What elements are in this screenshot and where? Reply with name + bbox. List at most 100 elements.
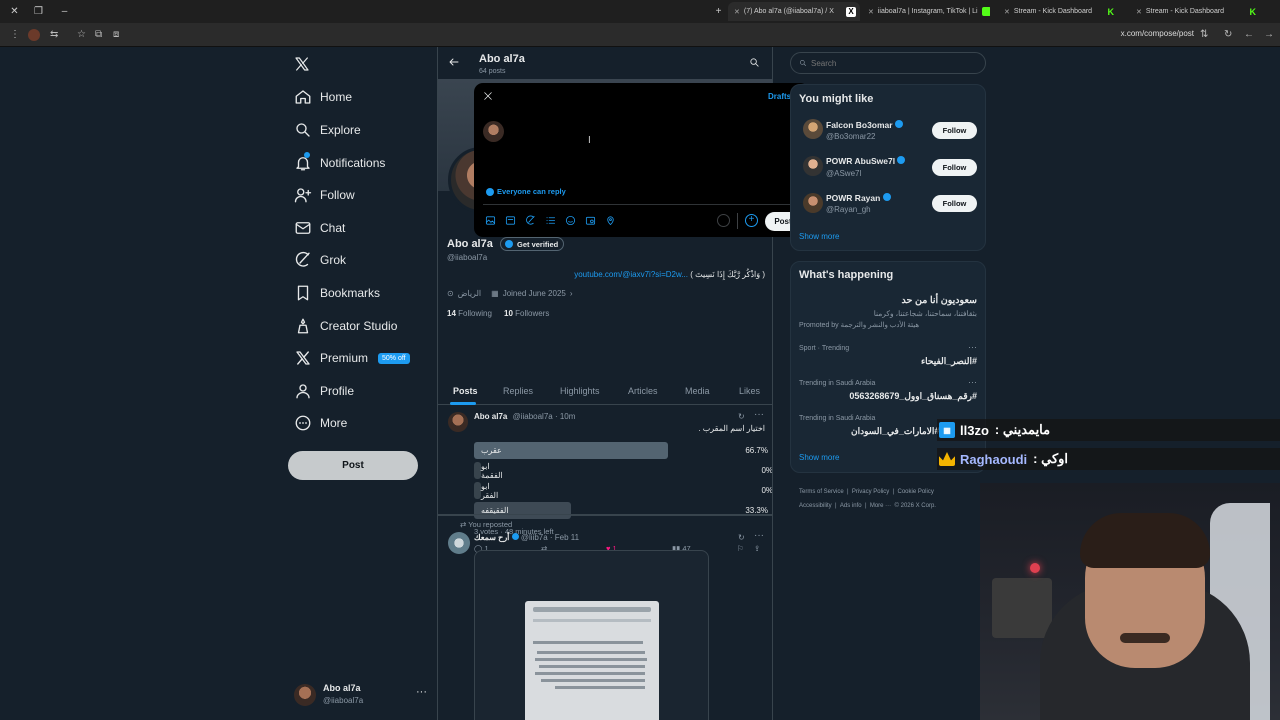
tab-replies[interactable]: Replies	[503, 386, 533, 396]
home-icon	[294, 88, 312, 106]
browser-tab-kick-1[interactable]: ✕ Stream - Kick Dashboard K	[998, 2, 1118, 21]
post-author[interactable]: أرح سمعك	[474, 533, 509, 542]
post-image[interactable]	[474, 550, 709, 720]
bookmark-star-icon[interactable]: ☆	[77, 29, 86, 40]
show-more-link[interactable]: Show more	[799, 453, 839, 462]
close-icon[interactable]	[483, 91, 493, 101]
post-author[interactable]: Abo al7a	[474, 412, 507, 421]
search-icon[interactable]	[749, 57, 760, 68]
trend-item[interactable]: سعوديون أنا من حد بثقافتنا، سماحتنا، شجا…	[799, 295, 977, 333]
verified-badge-icon	[511, 533, 519, 540]
site-settings-icon[interactable]: ⇅	[1200, 29, 1208, 40]
nav-profile[interactable]: Profile	[294, 379, 354, 403]
x-logo-icon[interactable]	[294, 56, 310, 72]
location-icon[interactable]	[605, 215, 616, 226]
nav-more[interactable]: More	[294, 411, 347, 435]
nav-post-button[interactable]: Post	[288, 451, 418, 480]
more-dots-icon[interactable]: ···	[416, 686, 427, 698]
bio-link[interactable]: youtube.com/@iaxv7i?si=D2w...	[574, 270, 688, 279]
back-arrow-icon[interactable]	[448, 56, 460, 68]
footer-link[interactable]: Privacy Policy	[852, 489, 889, 495]
show-more-link[interactable]: Show more	[799, 232, 839, 241]
avatar[interactable]	[448, 412, 468, 432]
grok-icon[interactable]: ↻	[738, 533, 745, 542]
nav-chat[interactable]: Chat	[294, 216, 345, 240]
more-dots-icon[interactable]: ···	[754, 409, 764, 420]
image-icon[interactable]	[485, 215, 496, 226]
footer-link[interactable]: Accessibility	[799, 503, 832, 509]
browser-tab-x[interactable]: ✕ (7) Abo al7a (@iiaboal7a) / X X	[728, 2, 860, 21]
follow-button[interactable]: Follow	[932, 159, 977, 176]
nav-premium[interactable]: Premium 50% off	[294, 346, 410, 370]
tab-close-icon[interactable]: ✕	[868, 8, 874, 16]
back-icon[interactable]: ←	[1244, 29, 1254, 40]
avatar[interactable]	[803, 193, 823, 213]
nav-bookmarks[interactable]: Bookmarks	[294, 281, 380, 305]
share-icon[interactable]: ⧉	[95, 29, 102, 40]
add-post-icon[interactable]: +	[745, 214, 758, 227]
trend-item[interactable]: Sport · Trending ··· #النصر_الفيحاء	[799, 342, 977, 369]
more-dots-icon[interactable]: ···	[754, 530, 764, 541]
tab-close-icon[interactable]: ✕	[734, 8, 740, 16]
tab-media[interactable]: Media	[685, 386, 710, 396]
compose-textarea[interactable]: با	[514, 117, 801, 177]
suggested-user-name[interactable]: Falcon Bo3omar	[826, 120, 903, 130]
tab-articles[interactable]: Articles	[628, 386, 658, 396]
poll-icon[interactable]	[545, 215, 556, 226]
profile-avatar-icon[interactable]	[28, 29, 40, 41]
footer-link[interactable]: Ads info	[840, 503, 862, 509]
bookmark-icon[interactable]: ⚐	[737, 544, 744, 553]
forward-icon[interactable]: →	[1264, 29, 1274, 40]
more-dots-icon[interactable]: ···	[968, 342, 977, 352]
nav-notifications[interactable]: Notifications	[294, 151, 385, 175]
nav-follow[interactable]: Follow	[294, 183, 355, 207]
minimize-window-icon[interactable]: –	[58, 5, 71, 18]
tab-likes[interactable]: Likes	[739, 386, 760, 396]
emoji-icon[interactable]	[565, 215, 576, 226]
get-verified-button[interactable]: Get verified	[500, 237, 565, 251]
drafts-button[interactable]: Drafts	[768, 92, 791, 101]
close-window-icon[interactable]: ✕	[8, 5, 21, 18]
suggested-user-name[interactable]: POWR Rayan	[826, 193, 891, 203]
translate-icon[interactable]: ⧈	[113, 29, 119, 40]
more-dots-icon[interactable]: ···	[968, 377, 977, 387]
grok-icon[interactable]: ↻	[738, 412, 745, 421]
extensions-icon[interactable]: ⇆	[50, 29, 58, 40]
menu-icon[interactable]: ⋮	[10, 29, 20, 40]
browser-tab-instagram[interactable]: ✕ iiaboal7a | Instagram, TikTok | Li	[862, 2, 990, 21]
tab-posts[interactable]: Posts	[453, 386, 478, 396]
tab-close-icon[interactable]: ✕	[1004, 8, 1010, 16]
suggested-user-name[interactable]: POWR AbuSwe7l	[826, 156, 906, 166]
post-poll[interactable]: Abo al7a @iiaboal7a · 10m ↻ ··· اختيار ا…	[438, 406, 772, 536]
nav-home[interactable]: Home	[294, 85, 352, 109]
trend-item[interactable]: Trending in Saudi Arabia ··· #رقم_هسناق_…	[799, 377, 977, 404]
schedule-icon[interactable]	[585, 215, 596, 226]
footer-link[interactable]: Cookie Policy	[898, 489, 934, 495]
search-input[interactable]	[811, 58, 971, 68]
gif-icon[interactable]	[505, 215, 516, 226]
new-tab-icon[interactable]: +	[712, 5, 725, 18]
avatar[interactable]	[803, 119, 823, 139]
following-link[interactable]: 14 Following	[447, 309, 492, 318]
nav-explore[interactable]: Explore	[294, 118, 361, 142]
tab-close-icon[interactable]: ✕	[1136, 8, 1142, 16]
reload-icon[interactable]: ↻	[1224, 29, 1232, 40]
tab-highlights[interactable]: Highlights	[560, 386, 600, 396]
grok-icon[interactable]	[525, 215, 536, 226]
followers-link[interactable]: 10 Followers	[504, 309, 549, 318]
footer-link[interactable]: More ···	[870, 503, 891, 509]
avatar[interactable]	[803, 156, 823, 176]
search-box[interactable]	[790, 52, 986, 74]
nav-creator-studio[interactable]: Creator Studio	[294, 314, 397, 338]
share-icon[interactable]: ⇪	[754, 544, 760, 553]
restore-window-icon[interactable]: ❐	[32, 5, 45, 18]
nav-grok[interactable]: Grok	[294, 248, 346, 272]
browser-tab-kick-2[interactable]: ✕ Stream - Kick Dashboard K	[1130, 2, 1260, 21]
follow-button[interactable]: Follow	[932, 122, 977, 139]
avatar[interactable]	[448, 532, 470, 554]
account-switcher[interactable]: Abo al7a @iiaboal7a ···	[294, 683, 430, 709]
follow-button[interactable]: Follow	[932, 195, 977, 212]
url-field[interactable]: x.com/compose/post	[1110, 29, 1194, 38]
footer-link[interactable]: Terms of Service	[799, 489, 844, 495]
reply-setting-button[interactable]: Everyone can reply	[486, 187, 566, 196]
